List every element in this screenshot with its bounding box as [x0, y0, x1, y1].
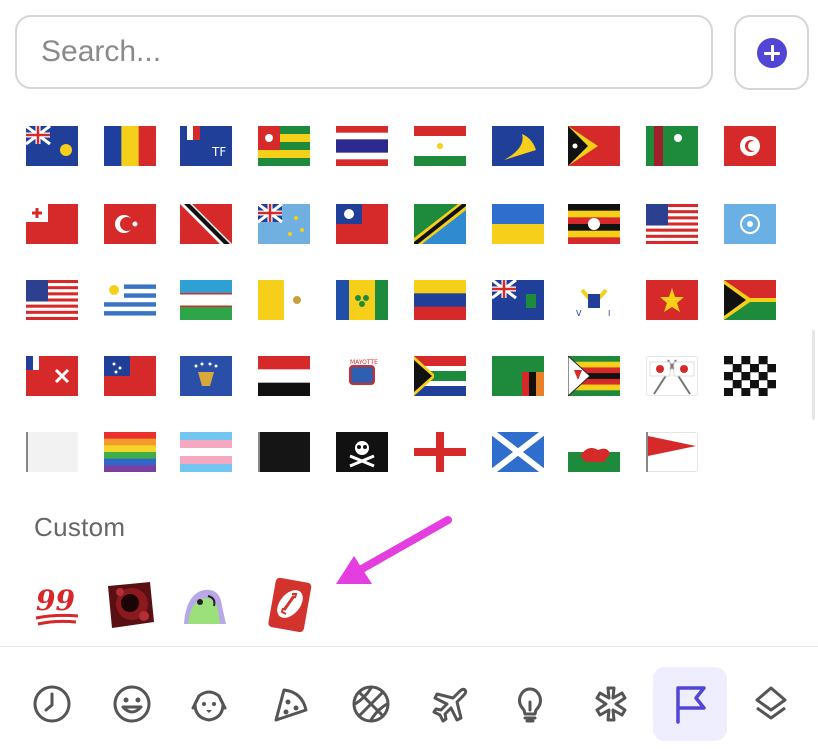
airplane-icon — [432, 687, 468, 723]
pizza-icon — [274, 688, 308, 722]
united-nations-flag[interactable] — [724, 204, 776, 244]
england-flag[interactable] — [414, 432, 466, 472]
turks-caicos-flag[interactable] — [26, 126, 78, 166]
clock-icon — [33, 685, 71, 723]
taiwan-flag[interactable] — [336, 204, 388, 244]
french-southern-territories-flag[interactable]: TF — [180, 126, 232, 166]
hundred-points-emoji[interactable]: 99 — [30, 576, 86, 632]
thailand-flag[interactable] — [336, 126, 388, 166]
tab-symbols[interactable] — [574, 667, 648, 741]
turkey-flag[interactable] — [104, 204, 156, 244]
yemen-flag[interactable] — [258, 356, 310, 396]
togo-flag[interactable] — [258, 126, 310, 166]
tab-travel[interactable] — [414, 667, 488, 741]
trinidad-tobago-flag[interactable] — [180, 204, 232, 244]
vatican-city-flag[interactable] — [258, 280, 310, 320]
rainbow-flag[interactable] — [104, 432, 156, 472]
tab-animals[interactable] — [172, 667, 246, 741]
scotland-flag[interactable] — [492, 432, 544, 472]
zimbabwe-flag[interactable] — [568, 356, 620, 396]
st-vincent-grenadines-flag[interactable] — [336, 280, 388, 320]
tab-food[interactable] — [253, 667, 327, 741]
tokelau-flag[interactable] — [492, 126, 544, 166]
lightbulb-icon — [518, 687, 542, 723]
pointer-arrow-icon — [336, 516, 452, 584]
venezuela-flag[interactable] — [414, 280, 466, 320]
south-africa-flag[interactable] — [414, 356, 466, 396]
black-flag[interactable] — [258, 432, 310, 472]
tanzania-flag[interactable] — [414, 204, 466, 244]
british-virgin-islands-flag[interactable] — [492, 280, 544, 320]
tab-objects[interactable] — [493, 667, 567, 741]
tab-activities[interactable] — [334, 667, 408, 741]
us-outlying-islands-flag[interactable] — [646, 204, 698, 244]
basketball-icon — [352, 685, 390, 723]
mayotte-flag[interactable]: MAYOTTE — [336, 356, 388, 396]
vanuatu-flag[interactable] — [724, 280, 776, 320]
uganda-flag[interactable] — [568, 204, 620, 244]
chad-flag[interactable] — [104, 126, 156, 166]
tunisia-flag[interactable] — [724, 126, 776, 166]
asterisk-icon — [595, 686, 627, 722]
zambia-flag[interactable] — [492, 356, 544, 396]
vietnam-flag[interactable] — [646, 280, 698, 320]
flag-icon — [676, 686, 706, 724]
uzbekistan-flag[interactable] — [180, 280, 232, 320]
tab-custom[interactable] — [734, 667, 808, 741]
uruguay-flag[interactable] — [104, 280, 156, 320]
wallis-futuna-flag[interactable] — [26, 356, 78, 396]
dog-icon — [191, 690, 227, 722]
parrot-emoji[interactable] — [176, 576, 232, 632]
timor-leste-flag[interactable] — [568, 126, 620, 166]
tuvalu-flag[interactable] — [258, 204, 310, 244]
samoa-flag[interactable] — [104, 356, 156, 396]
svg-text:99: 99 — [36, 584, 75, 617]
tab-flags[interactable] — [653, 667, 727, 741]
tab-recent[interactable] — [15, 667, 89, 741]
triangular-flag[interactable] — [646, 432, 698, 472]
pirate-flag[interactable] — [336, 432, 388, 472]
smiley-icon — [113, 685, 151, 723]
custom-section-label: Custom — [34, 512, 126, 542]
svg-text:V: V — [576, 309, 582, 318]
add-emoji-button[interactable] — [734, 15, 809, 90]
tab-smileys[interactable] — [95, 667, 169, 741]
uno-reverse-card-emoji[interactable] — [262, 576, 318, 633]
wales-flag[interactable] — [568, 432, 620, 472]
svg-text:TF: TF — [211, 145, 226, 159]
ukraine-flag[interactable] — [492, 204, 544, 244]
kosovo-flag[interactable] — [180, 356, 232, 396]
white-flag[interactable] — [26, 432, 78, 472]
scrollbar-edge[interactable] — [812, 330, 815, 420]
transgender-flag[interactable] — [180, 432, 232, 472]
layers-icon — [755, 686, 787, 720]
svg-text:I: I — [608, 309, 610, 318]
search-input[interactable] — [15, 15, 713, 89]
united-states-flag[interactable] — [26, 280, 78, 320]
chequered-flag[interactable] — [724, 356, 776, 396]
category-bar — [0, 646, 818, 749]
us-virgin-islands-flag[interactable]: VI — [568, 280, 620, 320]
dark-red-blob-emoji[interactable] — [102, 576, 158, 632]
tajikistan-flag[interactable] — [414, 126, 466, 166]
crossed-flags[interactable] — [646, 356, 698, 396]
plus-circle-icon — [757, 38, 787, 68]
svg-text:MAYOTTE: MAYOTTE — [350, 359, 378, 366]
tonga-flag[interactable] — [26, 204, 78, 244]
turkmenistan-flag[interactable] — [646, 126, 698, 166]
